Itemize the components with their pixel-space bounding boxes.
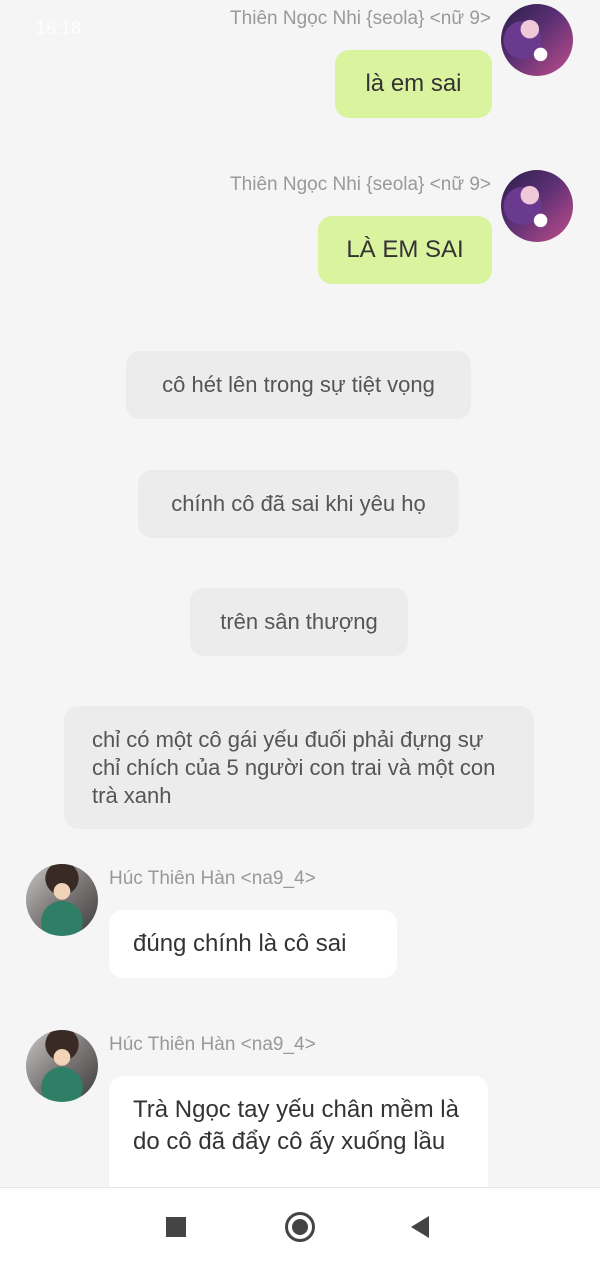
sender-name: Thiên Ngọc Nhi {seola} <nữ 9> <box>230 8 491 29</box>
narration-message[interactable]: chính cô đã sai khi yêu họ <box>138 470 459 538</box>
message-bubble[interactable]: LÀ EM SAI <box>318 216 492 284</box>
home-icon[interactable] <box>285 1212 315 1242</box>
narration-message[interactable]: chỉ có một cô gái yếu đuối phải đựng sự … <box>64 706 534 829</box>
navigation-bar <box>0 1187 600 1267</box>
avatar[interactable] <box>26 1030 98 1102</box>
message-bubble[interactable]: đúng chính là cô sai <box>109 910 397 978</box>
sender-name: Húc Thiên Hàn <na9_4> <box>109 868 316 889</box>
recent-apps-icon[interactable] <box>166 1217 186 1237</box>
back-icon[interactable] <box>411 1216 429 1238</box>
message-bubble[interactable]: là em sai <box>335 50 492 118</box>
avatar[interactable] <box>501 4 573 76</box>
avatar[interactable] <box>26 864 98 936</box>
sender-name: Húc Thiên Hàn <na9_4> <box>109 1034 316 1055</box>
narration-message[interactable]: trên sân thượng <box>190 588 408 656</box>
status-time: 18:18 <box>36 18 82 38</box>
sender-name: Thiên Ngọc Nhi {seola} <nữ 9> <box>230 174 491 195</box>
avatar[interactable] <box>501 170 573 242</box>
narration-message[interactable]: cô hét lên trong sự tiệt vọng <box>126 351 471 419</box>
